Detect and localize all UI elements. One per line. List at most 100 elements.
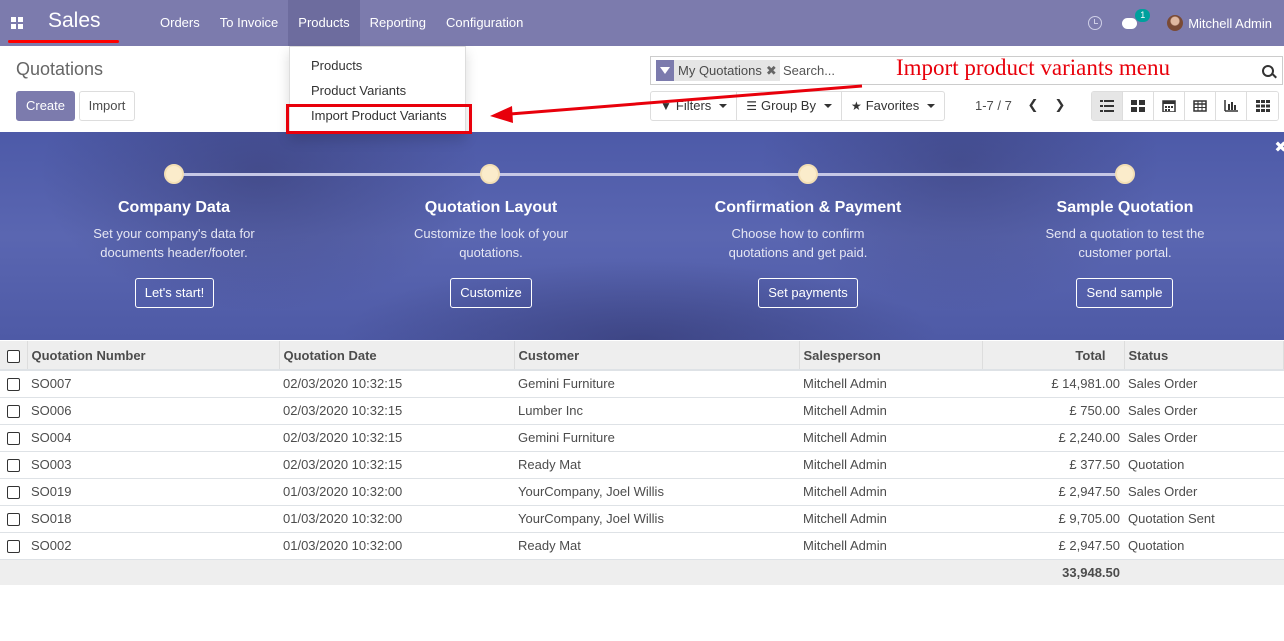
app-brand[interactable]: Sales: [48, 9, 101, 33]
table-icon: [1193, 100, 1207, 112]
table-row[interactable]: SO006 02/03/2020 10:32:15 Lumber Inc Mitche…: [0, 396, 1284, 424]
dashboard-view-button[interactable]: [1247, 92, 1278, 120]
step-dot: [480, 164, 500, 184]
avatar[interactable]: [1167, 15, 1184, 31]
table-row[interactable]: SO019 01/03/2020 10:32:00 YourCompany, Joe…: [0, 477, 1284, 505]
table-row[interactable]: SO002 01/03/2020 10:32:00 Ready Mat Mitchel…: [0, 531, 1284, 559]
close-icon[interactable]: ✖: [1274, 138, 1284, 156]
import-button[interactable]: Import: [79, 91, 135, 121]
send-sample-button[interactable]: Send sample: [1076, 278, 1173, 308]
pivot-view-button[interactable]: [1185, 92, 1216, 120]
column-header[interactable]: Quotation Number: [27, 341, 280, 371]
row-checkbox[interactable]: [7, 486, 20, 500]
row-checkbox[interactable]: [7, 540, 20, 554]
group-by-label: Group By: [761, 98, 816, 113]
table-row[interactable]: SO004 02/03/2020 10:32:15 Gemini Furniture…: [0, 423, 1284, 451]
row-checkbox[interactable]: [7, 378, 20, 392]
total-cell: £ 2,947.50: [982, 477, 1124, 505]
graph-view-button[interactable]: [1216, 92, 1247, 120]
favorites-label: Favorites: [865, 98, 920, 113]
pager-value[interactable]: 1-7 / 7: [975, 98, 1012, 113]
bar-chart-icon: [1224, 100, 1238, 112]
grid-icon: [1255, 100, 1270, 112]
salesperson-cell: Mitchell Admin: [799, 396, 982, 424]
quotation-number-cell: SO002: [27, 531, 279, 559]
quotation-number-cell: SO018: [27, 504, 279, 532]
step-desc-confirmation-payment: Choose how to confirm quotations and get…: [728, 226, 868, 260]
main-menu: Orders To Invoice Products Reporting Con…: [150, 0, 533, 46]
calendar-icon: [1162, 100, 1176, 112]
menu-products[interactable]: Products: [288, 0, 360, 46]
quotation-date-cell: 02/03/2020 10:32:15: [279, 396, 514, 424]
column-header[interactable]: Total: [982, 341, 1125, 371]
filters-button[interactable]: ▼ Filters: [651, 92, 738, 120]
menu-configuration[interactable]: Configuration: [436, 0, 533, 46]
search-icon[interactable]: [1262, 65, 1274, 77]
annotation-highlight-box: [286, 104, 472, 134]
pager-next-icon[interactable]: ❯: [1053, 98, 1067, 112]
menu-reporting[interactable]: Reporting: [360, 0, 436, 46]
dropdown-item-product-variants[interactable]: Product Variants: [311, 83, 406, 98]
set-payments-button[interactable]: Set payments: [758, 278, 858, 308]
total-cell: £ 750.00: [982, 396, 1124, 424]
brand-annotation-underline: [8, 40, 119, 43]
menu-orders[interactable]: Orders: [150, 0, 210, 46]
onboarding-banner: ✖ Company Data Quotation Layout Confirma…: [0, 132, 1284, 340]
customer-cell: Gemini Furniture: [514, 423, 799, 451]
column-header[interactable]: Customer: [514, 341, 800, 371]
row-checkbox[interactable]: [7, 405, 20, 419]
row-checkbox[interactable]: [7, 513, 20, 527]
menu-to-invoice[interactable]: To Invoice: [210, 0, 289, 46]
step-desc-company-data: Set your company's data for documents he…: [93, 226, 255, 260]
chat-icon: [1122, 17, 1138, 29]
table-row[interactable]: SO003 02/03/2020 10:32:15 Ready Mat Mitchel…: [0, 450, 1284, 478]
status-cell: Sales Order: [1124, 477, 1284, 505]
star-icon: ★: [850, 99, 862, 113]
list-view-button[interactable]: [1092, 92, 1123, 120]
customize-button[interactable]: Customize: [450, 278, 532, 308]
select-all-checkbox[interactable]: [6, 349, 20, 363]
table-row[interactable]: SO007 02/03/2020 10:32:15 Gemini Furniture…: [0, 369, 1284, 397]
total-cell: £ 9,705.00: [982, 504, 1124, 532]
quotation-number-cell: SO006: [27, 396, 279, 424]
lets-start-button[interactable]: Let's start!: [135, 278, 214, 308]
favorites-button[interactable]: ★ Favorites: [842, 92, 944, 120]
messaging-menu[interactable]: 1: [1122, 8, 1151, 29]
kanban-view-button[interactable]: [1123, 92, 1154, 120]
top-navbar: Sales Orders To Invoice Products Reporti…: [0, 0, 1284, 46]
step-desc-quotation-layout: Customize the look of your quotations.: [414, 226, 568, 260]
customer-cell: Ready Mat: [514, 450, 799, 478]
row-checkbox[interactable]: [7, 459, 20, 473]
facet-remove-icon[interactable]: ✖: [766, 60, 780, 81]
view-switcher: [1091, 91, 1279, 121]
step-title-company-data: Company Data: [117, 199, 231, 216]
step-dot: [798, 164, 818, 184]
dropdown-item-products[interactable]: Products: [311, 58, 362, 73]
list-icon: [1100, 100, 1114, 112]
activity-clock-icon[interactable]: [1088, 16, 1103, 30]
column-header[interactable]: Salesperson: [799, 341, 983, 371]
status-cell: Quotation Sent: [1124, 504, 1284, 532]
calendar-view-button[interactable]: [1154, 92, 1185, 120]
status-cell: Sales Order: [1124, 369, 1284, 397]
create-button[interactable]: Create: [16, 91, 75, 121]
row-checkbox[interactable]: [7, 432, 20, 446]
navbar-systray: 1 Mitchell Admin: [1088, 0, 1284, 46]
salesperson-cell: Mitchell Admin: [799, 477, 982, 505]
quotation-number-cell: SO019: [27, 477, 279, 505]
group-by-button[interactable]: ☰ Group By: [737, 92, 842, 120]
caret-down-icon: [823, 104, 832, 108]
chat-count-badge: 1: [1135, 8, 1151, 22]
total-cell: £ 2,947.50: [982, 531, 1124, 559]
page-title: Quotations: [16, 59, 104, 79]
caret-down-icon: [927, 104, 936, 108]
column-header[interactable]: Quotation Date: [279, 341, 515, 371]
quotation-number-cell: SO003: [27, 450, 279, 478]
pager-previous-icon[interactable]: ❮: [1026, 98, 1040, 112]
funnel-icon: ▼: [660, 99, 672, 113]
column-header[interactable]: Status: [1124, 341, 1284, 371]
step-desc-sample-quotation: Send a quotation to test the customer po…: [1045, 226, 1205, 260]
progress-line: [174, 173, 1125, 176]
table-row[interactable]: SO018 01/03/2020 10:32:00 YourCompany, Joe…: [0, 504, 1284, 532]
user-menu[interactable]: Mitchell Admin: [1188, 16, 1272, 31]
